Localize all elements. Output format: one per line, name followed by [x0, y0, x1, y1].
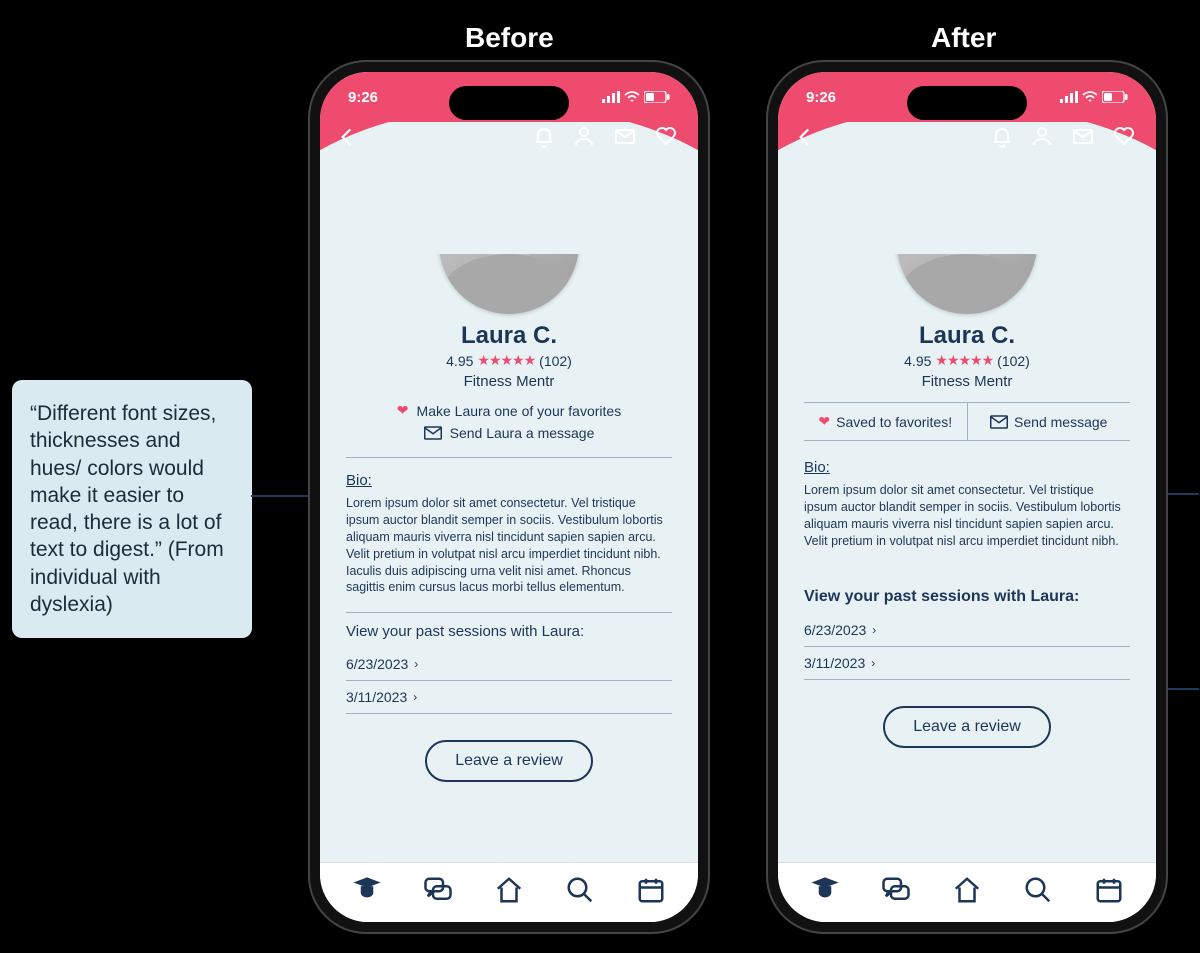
- bio-text: Lorem ipsum dolor sit amet consectetur. …: [804, 482, 1130, 550]
- profile-icon[interactable]: [1030, 124, 1054, 153]
- heart-filled-icon: ❤: [397, 402, 409, 419]
- tab-calendar-icon[interactable]: [636, 875, 666, 910]
- heart-icon[interactable]: [1112, 124, 1136, 153]
- wifi-icon: [624, 91, 640, 103]
- dynamic-island: [449, 86, 569, 120]
- rating-count: (102): [997, 353, 1030, 369]
- profile-role: Fitness Mentr: [922, 373, 1013, 390]
- envelope-icon: [990, 415, 1008, 429]
- message-label: Send message: [1014, 414, 1107, 430]
- app-header: [778, 122, 1156, 180]
- session-date: 3/11/2023: [804, 655, 865, 671]
- profile-name: Laura C.: [461, 322, 557, 350]
- session-row[interactable]: 6/23/2023 ›: [804, 614, 1130, 647]
- profile-icon[interactable]: [572, 124, 596, 153]
- favorite-label: Make Laura one of your favorites: [417, 403, 622, 419]
- session-row[interactable]: 3/11/2023 ›: [804, 647, 1130, 680]
- sessions-title: View your past sessions with Laura:: [346, 623, 672, 640]
- sessions-title: View your past sessions with Laura:: [804, 588, 1130, 606]
- profile-name: Laura C.: [919, 322, 1015, 350]
- rating-stars-icon: ★★★★★: [477, 352, 535, 369]
- mail-icon[interactable]: [1070, 124, 1096, 153]
- phone-after: 9:26 Laura C. 4.95 ★★★★★: [768, 62, 1166, 932]
- battery-icon: [644, 91, 670, 103]
- tab-home-icon[interactable]: [494, 875, 524, 910]
- wifi-icon: [1082, 91, 1098, 103]
- status-indicators: [602, 91, 670, 103]
- status-time: 9:26: [348, 89, 378, 106]
- status-indicators: [1060, 91, 1128, 103]
- heart-filled-icon: ❤: [818, 413, 830, 430]
- before-heading: Before: [465, 22, 554, 54]
- session-date: 3/11/2023: [346, 689, 407, 705]
- signal-icon: [1060, 91, 1078, 103]
- battery-icon: [1102, 91, 1128, 103]
- divider: [346, 457, 672, 458]
- favorite-action[interactable]: ❤ Make Laura one of your favorites: [397, 402, 621, 419]
- signal-icon: [602, 91, 620, 103]
- leave-review-button[interactable]: Leave a review: [883, 706, 1051, 748]
- screen-after: 9:26 Laura C. 4.95 ★★★★★: [778, 72, 1156, 922]
- bio-label: Bio:: [346, 472, 672, 489]
- rating-row: 4.95 ★★★★★ (102): [904, 352, 1030, 369]
- tab-search-icon[interactable]: [565, 875, 595, 910]
- rating-value: 4.95: [446, 353, 473, 369]
- message-label: Send Laura a message: [450, 425, 595, 441]
- tab-bar: [320, 862, 698, 922]
- favorite-action[interactable]: ❤ Saved to favorites!: [804, 403, 967, 440]
- bio-label: Bio:: [804, 459, 1130, 476]
- notifications-icon[interactable]: [532, 124, 556, 153]
- tab-bar: [778, 862, 1156, 922]
- leave-review-button[interactable]: Leave a review: [425, 740, 593, 782]
- feedback-quote: “Different font sizes, thicknesses and h…: [12, 380, 252, 638]
- rating-value: 4.95: [904, 353, 931, 369]
- feedback-quote-text: “Different font sizes, thicknesses and h…: [30, 402, 224, 616]
- back-button[interactable]: [334, 124, 360, 155]
- notifications-icon[interactable]: [990, 124, 1014, 153]
- message-action[interactable]: Send message: [967, 403, 1131, 440]
- chevron-right-icon: ›: [414, 657, 418, 671]
- divider: [346, 612, 672, 613]
- mail-icon[interactable]: [612, 124, 638, 153]
- action-row: ❤ Saved to favorites! Send message: [804, 402, 1130, 441]
- bio-text: Lorem ipsum dolor sit amet consectetur. …: [346, 495, 672, 596]
- session-row[interactable]: 3/11/2023 ›: [346, 681, 672, 714]
- tab-home-icon[interactable]: [952, 875, 982, 910]
- profile-content: Laura C. 4.95 ★★★★★ (102) Fitness Mentr …: [778, 150, 1156, 862]
- screen-before: 9:26 Laura C. 4.95 ★★★★★: [320, 72, 698, 922]
- rating-row: 4.95 ★★★★★ (102): [446, 352, 572, 369]
- message-action[interactable]: Send Laura a message: [424, 425, 595, 441]
- after-heading: After: [931, 22, 996, 54]
- rating-count: (102): [539, 353, 572, 369]
- tab-mentor-icon[interactable]: [352, 875, 382, 910]
- status-time: 9:26: [806, 89, 836, 106]
- tab-chat-icon[interactable]: [881, 875, 911, 910]
- chevron-right-icon: ›: [872, 623, 876, 637]
- app-header: [320, 122, 698, 180]
- tab-calendar-icon[interactable]: [1094, 875, 1124, 910]
- phone-before: 9:26 Laura C. 4.95 ★★★★★: [310, 62, 708, 932]
- profile-content: Laura C. 4.95 ★★★★★ (102) Fitness Mentr …: [320, 150, 698, 862]
- tab-chat-icon[interactable]: [423, 875, 453, 910]
- session-date: 6/23/2023: [346, 656, 408, 672]
- favorite-label: Saved to favorites!: [836, 414, 952, 430]
- profile-role: Fitness Mentr: [464, 373, 555, 390]
- envelope-icon: [424, 426, 442, 440]
- session-date: 6/23/2023: [804, 622, 866, 638]
- tab-mentor-icon[interactable]: [810, 875, 840, 910]
- session-row[interactable]: 6/23/2023 ›: [346, 648, 672, 681]
- back-button[interactable]: [792, 124, 818, 155]
- chevron-right-icon: ›: [871, 656, 875, 670]
- rating-stars-icon: ★★★★★: [935, 352, 993, 369]
- chevron-right-icon: ›: [413, 690, 417, 704]
- tab-search-icon[interactable]: [1023, 875, 1053, 910]
- action-list: ❤ Make Laura one of your favorites Send …: [397, 402, 621, 441]
- dynamic-island: [907, 86, 1027, 120]
- heart-icon[interactable]: [654, 124, 678, 153]
